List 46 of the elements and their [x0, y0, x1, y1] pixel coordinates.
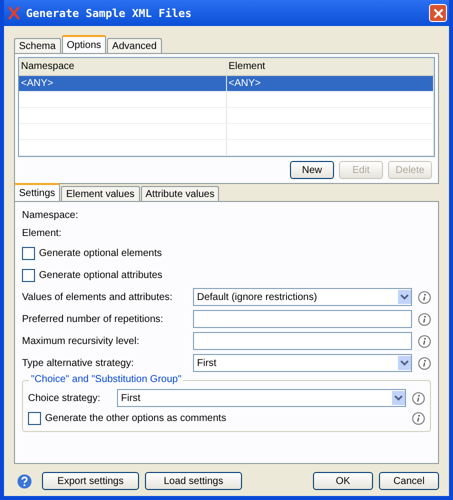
field-label: Element:: [22, 228, 62, 238]
help-icon[interactable]: [17, 474, 32, 488]
checkbox[interactable]: [28, 412, 41, 424]
tab[interactable]: Element values: [61, 186, 140, 201]
footer-button[interactable]: OK: [313, 472, 373, 490]
info-icon[interactable]: [418, 312, 431, 326]
input-field[interactable]: [193, 332, 412, 350]
field-label: Namespace:: [22, 210, 78, 220]
dropdown[interactable]: Default (ignore restrictions): [193, 288, 412, 306]
field-label: Values of elements and attributes:: [22, 292, 174, 302]
column-header[interactable]: Element: [226, 58, 434, 75]
close-icon: [432, 8, 444, 18]
dropdown[interactable]: First: [117, 389, 406, 407]
field-label: Maximum recursivity level:: [22, 336, 140, 346]
info-icon[interactable]: [412, 392, 425, 404]
tab[interactable]: Attribute values: [140, 186, 220, 201]
field-label: Choice strategy:: [28, 392, 102, 404]
footer-button[interactable]: Export settings: [42, 472, 139, 490]
tab[interactable]: Settings: [14, 183, 60, 201]
column-header[interactable]: Namespace: [19, 58, 226, 75]
field-label: Preferred number of repetitions:: [22, 314, 164, 324]
checkbox-label: Generate optional elements: [39, 248, 162, 258]
dropdown[interactable]: First: [193, 354, 412, 372]
tab[interactable]: Schema: [14, 38, 61, 53]
table-button[interactable]: New: [290, 161, 334, 179]
checkbox[interactable]: [22, 268, 35, 282]
info-icon[interactable]: [418, 334, 431, 348]
x-logo-icon: [7, 6, 21, 20]
checkbox-label: Generate the other options as comments: [45, 412, 226, 424]
group-title: "Choice" and "Substitution Group": [29, 374, 184, 385]
table-cell: <ANY>: [19, 76, 226, 91]
checkbox[interactable]: [22, 246, 35, 260]
footer-button[interactable]: Load settings: [145, 472, 242, 490]
info-icon[interactable]: [418, 356, 431, 370]
close-button[interactable]: [429, 4, 447, 22]
info-icon[interactable]: [412, 412, 425, 424]
table-cell: <ANY>: [226, 76, 434, 91]
table-row[interactable]: <ANY> <ANY>: [19, 76, 434, 92]
footer-button[interactable]: Cancel: [379, 472, 439, 490]
field-label: Type alternative strategy:: [22, 358, 135, 368]
tab[interactable]: Options: [62, 35, 106, 53]
tab[interactable]: Advanced: [107, 38, 162, 53]
window-title: Generate Sample XML Files: [26, 6, 193, 20]
input-field[interactable]: [193, 310, 412, 328]
info-icon[interactable]: [418, 290, 431, 304]
checkbox-label: Generate optional attributes: [39, 270, 162, 280]
